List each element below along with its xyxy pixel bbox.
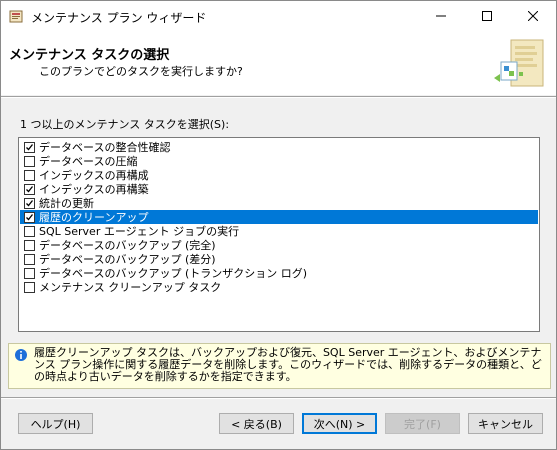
task-checkbox[interactable] — [24, 155, 35, 167]
checkmark-icon — [26, 143, 34, 150]
maximize-icon — [482, 11, 492, 21]
task-list-item[interactable]: インデックスの再構成 — [20, 168, 538, 182]
task-checkbox[interactable] — [24, 239, 35, 251]
task-list-item[interactable]: データベースの圧縮 — [20, 154, 538, 168]
task-checkbox[interactable] — [24, 225, 35, 237]
title-bar[interactable]: メンテナンス プラン ウィザード — [1, 1, 556, 31]
task-list-item[interactable]: インデックスの再構築 — [20, 182, 538, 196]
next-button[interactable]: 次へ(N) > — [302, 413, 377, 434]
task-list-item[interactable]: データベースの整合性確認 — [20, 140, 538, 154]
task-list-item[interactable]: データベースのバックアップ (差分) — [20, 252, 538, 266]
task-checkbox[interactable] — [24, 183, 35, 195]
header-divider-highlight — [1, 97, 556, 98]
task-list-item[interactable]: 履歴のクリーンアップ — [20, 210, 538, 224]
checkmark-icon — [26, 199, 34, 206]
task-checkbox[interactable] — [24, 169, 35, 181]
task-item-label: メンテナンス クリーンアップ タスク — [39, 281, 222, 294]
finish-button[interactable]: 完了(F) — [385, 413, 460, 434]
task-description-text: 履歴クリーンアップ タスクは、バックアップおよび復元、SQL Server エー… — [34, 346, 542, 383]
task-list-item[interactable]: データベースのバックアップ (完全) — [20, 238, 538, 252]
task-description-panel: 履歴クリーンアップ タスクは、バックアップおよび復元、SQL Server エー… — [8, 343, 551, 389]
minimize-button[interactable] — [418, 1, 464, 31]
task-checkbox[interactable] — [24, 197, 35, 209]
window-title: メンテナンス プラン ウィザード — [31, 11, 207, 25]
checkmark-icon — [26, 185, 34, 192]
maximize-button[interactable] — [464, 1, 510, 31]
task-list-label: 1 つ以上のメンテナンス タスクを選択(S): — [20, 118, 230, 131]
task-list-item[interactable]: SQL Server エージェント ジョブの実行 — [20, 224, 538, 238]
help-button[interactable]: ヘルプ(H) — [18, 413, 93, 434]
task-checkbox[interactable] — [24, 141, 35, 153]
task-checklist[interactable]: データベースの整合性確認 データベースの圧縮 インデックスの再構成 インデックスの再構… — [18, 137, 540, 332]
close-icon — [528, 11, 538, 21]
page-subtitle: このプランでどのタスクを実行しますか? — [39, 65, 243, 78]
task-checkbox[interactable] — [24, 267, 35, 279]
task-checkbox[interactable] — [24, 211, 35, 223]
task-list-item[interactable]: データベースのバックアップ (トランザクション ログ) — [20, 266, 538, 280]
task-checkbox[interactable] — [24, 253, 35, 265]
wizard-banner-icon — [494, 39, 544, 87]
task-list-item[interactable]: 統計の更新 — [20, 196, 538, 210]
minimize-icon — [436, 15, 446, 17]
task-list-item[interactable]: メンテナンス クリーンアップ タスク — [20, 280, 538, 294]
back-button[interactable]: < 戻る(B) — [219, 413, 294, 434]
close-button[interactable] — [510, 1, 556, 31]
app-icon — [9, 10, 23, 23]
wizard-window: メンテナンス プラン ウィザード メンテナンス タスクの選択 このプランでどのタ… — [0, 0, 557, 450]
page-title: メンテナンス タスクの選択 — [9, 48, 170, 63]
wizard-header: メンテナンス タスクの選択 このプランでどのタスクを実行しますか? — [1, 31, 556, 95]
info-icon — [15, 349, 27, 361]
cancel-button[interactable]: キャンセル — [468, 413, 543, 434]
task-checkbox[interactable] — [24, 281, 35, 293]
checkmark-icon — [26, 213, 34, 220]
footer-divider-highlight — [1, 398, 556, 399]
